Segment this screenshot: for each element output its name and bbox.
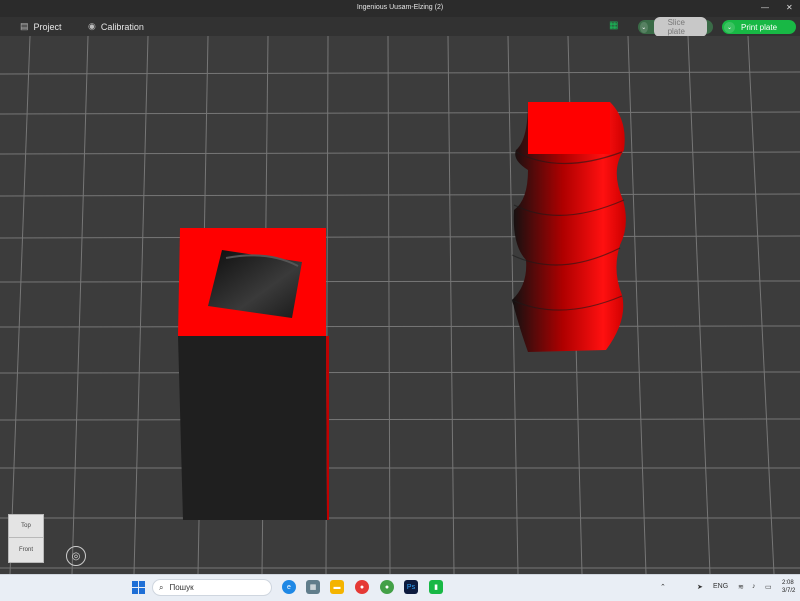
clock-date: 3/7/2 [782,588,796,594]
close-button[interactable]: ✕ [786,3,793,12]
chevron-down-icon[interactable]: ⌄ [724,21,735,33]
calculator-icon[interactable]: ▦ [306,580,320,594]
reset-view-icon[interactable]: ◎ [66,546,86,566]
title-bar: Ingenious Uusam-Elzing (2) — ✕ [0,0,800,17]
calibration-menu[interactable]: ◉ Calibration [88,21,144,32]
language-indicator[interactable]: ENG [713,583,728,590]
windows-start-icon[interactable] [132,581,145,594]
calibration-label: Calibration [100,21,144,32]
search-icon: ⌕ [159,582,164,592]
edge-icon[interactable]: e [282,580,296,594]
view-cube-front[interactable]: Front [8,537,44,563]
clock[interactable]: 2:08 3/7/2 [782,579,795,595]
chrome-icon[interactable]: ● [355,580,369,594]
battery-icon[interactable]: ▭ [765,583,772,591]
volume-icon[interactable]: ♪ [752,583,756,590]
taskbar: ⌕ Пошук e ▦ ▬ ● ● Ps ▮ ⌃ ➤ ENG ≋ ♪ ▭ 2:0… [0,574,800,601]
plate-icon[interactable]: ▦ [609,21,619,31]
search-placeholder: Пошук [169,583,194,592]
calibration-icon: ◉ [88,21,96,31]
chrome-profile-icon[interactable]: ● [380,580,394,594]
twisted-prism-model[interactable] [511,102,626,352]
tray-chevron-icon[interactable]: ⌃ [660,583,666,591]
minimize-button[interactable]: — [761,3,769,12]
search-input[interactable]: ⌕ Пошук [152,579,272,596]
file-icon: ▤ [20,21,29,31]
view-cube[interactable]: Top Front [8,514,44,564]
view-cube-top[interactable]: Top [8,514,44,538]
clock-time: 2:08 [782,580,794,586]
3d-viewport[interactable] [0,36,800,574]
location-icon[interactable]: ➤ [697,583,703,591]
square-block-model[interactable] [178,228,329,520]
menu-bar: ▤ Project ◉ Calibration ▦ ⌄ Slice plate … [0,17,800,37]
slice-plate-label: Slice plate [653,17,707,37]
build-plate[interactable] [0,36,800,574]
file-explorer-icon[interactable]: ▬ [330,580,344,594]
photoshop-icon[interactable]: Ps [404,580,418,594]
print-plate-button[interactable]: ⌄ Print plate [722,20,796,34]
chevron-down-icon[interactable]: ⌄ [640,21,648,33]
window-title: Ingenious Uusam-Elzing (2) [356,4,444,11]
project-label: Project [33,21,62,32]
project-menu[interactable]: ▤ Project [20,21,62,32]
print-plate-label: Print plate [741,22,778,32]
bambu-studio-icon[interactable]: ▮ [429,580,443,594]
slice-plate-button[interactable]: ⌄ Slice plate [638,17,713,37]
wifi-icon[interactable]: ≋ [738,583,744,591]
